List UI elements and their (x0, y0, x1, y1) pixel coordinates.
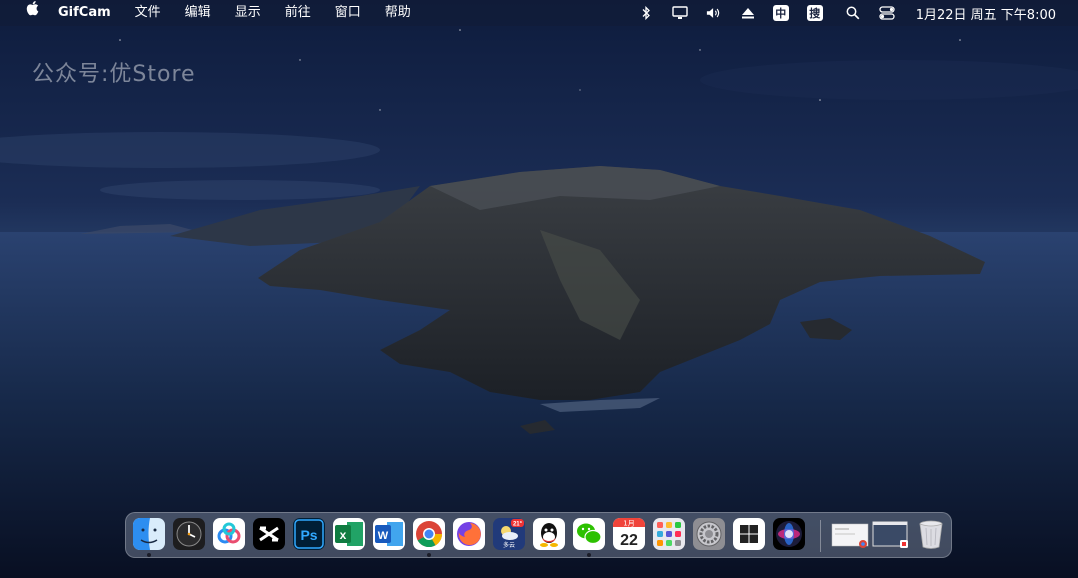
finder-icon (133, 518, 165, 550)
qq-icon (533, 518, 565, 550)
dock-finder[interactable] (133, 518, 165, 550)
capcut-icon (253, 518, 285, 550)
dock-launchpad[interactable] (653, 518, 685, 550)
watermark-text: 公众号:优Store (32, 62, 196, 87)
windows-icon (733, 518, 765, 550)
weather-condition: 多云 (503, 541, 515, 549)
volume-icon[interactable] (706, 5, 722, 21)
menu-help[interactable]: 帮助 (373, 0, 423, 26)
apple-menu-icon[interactable] (22, 0, 44, 26)
photoshop-icon: Ps (293, 518, 325, 550)
dock-chrome[interactable] (413, 518, 445, 550)
dock-separator (820, 520, 821, 552)
excel-label: x (340, 528, 347, 542)
dock-weather[interactable]: 21° 多云 (493, 518, 525, 550)
calendar-month: 1月 (623, 520, 634, 528)
dock-recent-window-2[interactable] (872, 518, 910, 550)
menu-edit[interactable]: 编辑 (173, 0, 223, 26)
dock-system-preferences[interactable] (693, 518, 725, 550)
siri-icon (773, 518, 805, 550)
weather-icon: 21° 多云 (493, 518, 525, 550)
dock-excel[interactable]: x (333, 518, 365, 550)
menu-bar: GifCam 文件 编辑 显示 前往 窗口 帮助 中 搜 1月22日 周五 下午… (0, 0, 1078, 26)
system-preferences-icon (693, 518, 725, 550)
calendar-icon: 1月 22 (613, 518, 645, 550)
baidu-netdisk-icon (213, 518, 245, 550)
dock-recent-window-1[interactable] (831, 518, 869, 550)
menu-bar-clock[interactable]: 1月22日 周五 下午8:00 (916, 4, 1056, 23)
dock-wechat[interactable] (573, 518, 605, 550)
dock-calendar[interactable]: 1月 22 (613, 518, 645, 550)
dock-firefox[interactable] (453, 518, 485, 550)
menu-window[interactable]: 窗口 (323, 0, 373, 26)
chrome-icon (413, 518, 445, 550)
firefox-icon (453, 518, 485, 550)
input-method-indicator[interactable]: 中 (772, 5, 789, 21)
dock-word[interactable]: W (373, 518, 405, 550)
weather-badge: 21° (513, 522, 523, 528)
display-icon[interactable] (672, 5, 688, 21)
word-icon: W (373, 518, 405, 550)
running-indicator (587, 553, 591, 557)
menu-file[interactable]: 文件 (123, 0, 173, 26)
dock-clock[interactable] (173, 518, 205, 550)
sogou-input-icon[interactable]: 搜 (806, 5, 823, 21)
window-thumbnail-icon (872, 521, 908, 548)
dock-capcut[interactable] (253, 518, 285, 550)
control-center-icon[interactable] (879, 5, 895, 21)
running-indicator (427, 553, 431, 557)
wechat-icon (573, 518, 605, 550)
app-name-menu[interactable]: GifCam (44, 0, 123, 26)
trash-icon (919, 520, 943, 549)
dock-windows[interactable] (733, 518, 765, 550)
window-thumbnail-icon (831, 523, 869, 548)
dock-siri[interactable] (773, 518, 805, 550)
bluetooth-icon[interactable] (638, 5, 654, 21)
clock-icon (173, 518, 205, 550)
word-label: W (378, 530, 389, 542)
dock-baidu-netdisk[interactable] (213, 518, 245, 550)
dock-trash[interactable] (915, 518, 947, 550)
running-indicator (147, 553, 151, 557)
photoshop-label: Ps (300, 527, 317, 543)
menu-go[interactable]: 前往 (273, 0, 323, 26)
dock: Ps x W 21° 多云 1月 22 (125, 512, 952, 558)
eject-icon[interactable] (740, 5, 756, 21)
spotlight-search-icon[interactable] (845, 5, 861, 21)
excel-icon: x (333, 518, 365, 550)
dock-photoshop[interactable]: Ps (293, 518, 325, 550)
calendar-day: 22 (620, 532, 638, 549)
menu-view[interactable]: 显示 (223, 0, 273, 26)
launchpad-icon (653, 518, 685, 550)
dock-qq[interactable] (533, 518, 565, 550)
